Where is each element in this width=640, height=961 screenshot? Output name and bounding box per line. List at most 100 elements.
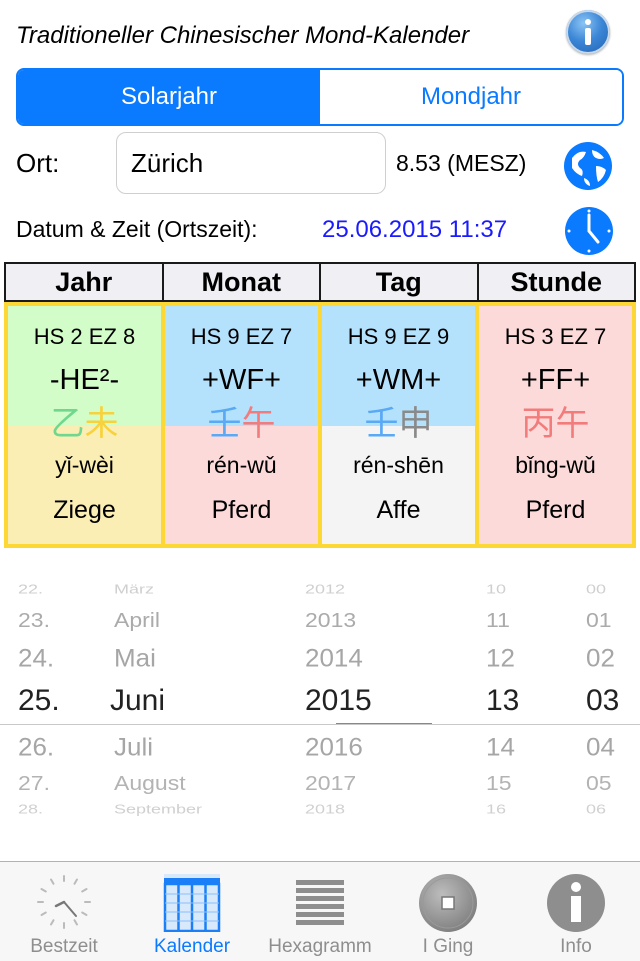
picker-item-selected[interactable]: 13 bbox=[486, 684, 519, 718]
picker-item[interactable]: 11 bbox=[486, 609, 510, 633]
heavenly-stem-char: 壬 bbox=[364, 405, 399, 443]
segment-mondjahr[interactable]: Mondjahr bbox=[320, 70, 622, 124]
tab-label: I Ging bbox=[422, 936, 474, 957]
picker-item[interactable]: April bbox=[114, 609, 160, 633]
header-monat: Monat bbox=[161, 262, 319, 302]
picker-item[interactable]: März bbox=[114, 582, 154, 597]
picker-item[interactable]: 2016 bbox=[305, 732, 363, 762]
tab-kalender[interactable]: Kalender bbox=[128, 862, 256, 961]
location-label: Ort: bbox=[16, 148, 60, 178]
picker-item[interactable]: Juli bbox=[114, 732, 153, 762]
earthly-branch-char: 未 bbox=[84, 405, 119, 443]
tab-label: Kalender bbox=[153, 936, 231, 957]
picker-item[interactable]: 2013 bbox=[305, 609, 356, 633]
picker-item[interactable]: Mai bbox=[114, 643, 156, 673]
location-input[interactable] bbox=[116, 132, 386, 194]
picker-item[interactable]: 27. bbox=[18, 772, 50, 796]
picker-item-selected[interactable]: 25. bbox=[18, 684, 60, 718]
picker-item[interactable]: 2012 bbox=[305, 582, 345, 597]
picker-item[interactable]: 05 bbox=[586, 772, 612, 796]
picker-selection-line bbox=[0, 724, 640, 725]
zodiac-animal: Ziege bbox=[53, 496, 116, 524]
clock-icon[interactable] bbox=[564, 206, 614, 256]
pinyin: bǐng-wǔ bbox=[515, 452, 596, 478]
clock-face-icon bbox=[34, 872, 94, 937]
tab-label: Bestzeit bbox=[30, 936, 98, 957]
table-header-row: Jahr Monat Tag Stunde bbox=[4, 262, 636, 302]
pinyin: yǐ-wèi bbox=[55, 452, 114, 478]
chinese-characters: 乙未 bbox=[8, 404, 161, 444]
zodiac-animal: Affe bbox=[376, 496, 421, 524]
header-stunde: Stunde bbox=[476, 262, 636, 302]
info-icon[interactable] bbox=[566, 10, 610, 54]
stem-branch-numbers: HS 9 EZ 9 bbox=[347, 324, 450, 349]
datetime-label: Datum & Zeit (Ortszeit): bbox=[16, 216, 258, 242]
picker-item-selected[interactable]: 2015 bbox=[305, 684, 372, 718]
heavenly-stem-char: 乙 bbox=[50, 405, 85, 443]
picker-item[interactable]: 06 bbox=[586, 802, 606, 817]
pinyin: rén-wǔ bbox=[206, 452, 277, 478]
picker-item-selected[interactable]: Juni bbox=[110, 684, 165, 718]
pinyin: rén-shēn bbox=[353, 452, 444, 478]
globe-icon[interactable] bbox=[562, 140, 614, 192]
chinese-characters: 壬午 bbox=[165, 404, 318, 444]
stem-branch-numbers: HS 3 EZ 7 bbox=[504, 324, 607, 349]
ganzhi-table: Jahr Monat Tag Stunde HS 2 EZ 8 -HE²- 乙未 yǐ… bbox=[4, 262, 636, 548]
zodiac-animal: Pferd bbox=[525, 496, 586, 524]
date-time-picker[interactable]: 22. 23. 24. 25. 26. 27. 28. März April Mai Juni Jul… bbox=[0, 565, 640, 830]
cell-stunde[interactable]: HS 3 EZ 7 +FF+ 丙午 bǐng-wǔ Pferd bbox=[475, 302, 636, 548]
info-icon bbox=[546, 872, 606, 937]
tab-bar: Bestzeit Kalender Hexagramm I Ging Info bbox=[0, 861, 640, 961]
tab-hexagramm[interactable]: Hexagramm bbox=[256, 862, 384, 961]
picker-item[interactable]: 15 bbox=[486, 772, 512, 796]
tab-label: Info bbox=[560, 936, 592, 957]
tab-i-ging[interactable]: I Ging bbox=[384, 862, 512, 961]
picker-item[interactable]: 22. bbox=[18, 582, 43, 597]
picker-item[interactable]: 02 bbox=[586, 643, 615, 673]
calendar-grid-icon bbox=[162, 872, 222, 937]
cell-tag[interactable]: HS 9 EZ 9 +WM+ 壬申 rén-shēn Affe bbox=[318, 302, 475, 548]
info-icon-bar bbox=[585, 28, 591, 45]
picker-item-selected[interactable]: 03 bbox=[586, 684, 619, 718]
picker-item[interactable]: September bbox=[114, 802, 202, 817]
picker-item[interactable]: 26. bbox=[18, 732, 54, 762]
element-code: +FF+ bbox=[520, 364, 591, 396]
picker-item[interactable]: 2017 bbox=[305, 772, 356, 796]
picker-item[interactable]: 2014 bbox=[305, 643, 363, 673]
picker-item[interactable]: 00 bbox=[586, 582, 606, 597]
datetime-value[interactable]: 25.06.2015 11:37 bbox=[322, 216, 507, 244]
picker-selection-line-accent bbox=[336, 723, 432, 724]
picker-item[interactable]: 01 bbox=[586, 609, 612, 633]
cell-monat[interactable]: HS 9 EZ 7 +WF+ 壬午 rén-wǔ Pferd bbox=[161, 302, 318, 548]
chinese-characters: 丙午 bbox=[479, 404, 632, 444]
tab-bestzeit[interactable]: Bestzeit bbox=[0, 862, 128, 961]
picker-item[interactable]: 12 bbox=[486, 643, 515, 673]
app-title: Traditioneller Chinesischer Mond-Kalende… bbox=[16, 22, 470, 49]
picker-item[interactable]: 23. bbox=[18, 609, 50, 633]
picker-item[interactable]: 16 bbox=[486, 802, 506, 817]
picker-item[interactable]: 24. bbox=[18, 643, 54, 673]
earthly-branch-char: 午 bbox=[241, 405, 276, 443]
element-code: -HE²- bbox=[49, 364, 120, 396]
picker-item[interactable]: 28. bbox=[18, 802, 43, 817]
earthly-branch-char: 申 bbox=[398, 405, 433, 443]
picker-item[interactable]: 14 bbox=[486, 732, 515, 762]
cell-jahr[interactable]: HS 2 EZ 8 -HE²- 乙未 yǐ-wèi Ziege bbox=[4, 302, 161, 548]
year-type-segmented-control: Solarjahr Mondjahr bbox=[16, 68, 624, 126]
table-body-row: HS 2 EZ 8 -HE²- 乙未 yǐ-wèi Ziege HS 9 EZ 7 +WF+… bbox=[4, 302, 636, 548]
tab-info[interactable]: Info bbox=[512, 862, 640, 961]
picker-item[interactable]: 10 bbox=[486, 582, 506, 597]
header-jahr: Jahr bbox=[4, 262, 162, 302]
element-code: +WM+ bbox=[355, 364, 442, 396]
picker-item[interactable]: August bbox=[114, 772, 186, 796]
heavenly-stem-char: 壬 bbox=[207, 405, 242, 443]
picker-item[interactable]: 2018 bbox=[305, 802, 345, 817]
element-code: +WF+ bbox=[202, 364, 281, 396]
segment-solarjahr[interactable]: Solarjahr bbox=[18, 70, 320, 124]
stem-branch-numbers: HS 2 EZ 8 bbox=[33, 324, 136, 349]
picker-item[interactable]: 04 bbox=[586, 732, 615, 762]
info-icon-dot bbox=[585, 19, 591, 25]
coin-icon bbox=[418, 872, 478, 937]
hexagram-lines-icon bbox=[290, 872, 350, 937]
timezone-text: 8.53 (MESZ) bbox=[396, 150, 527, 176]
